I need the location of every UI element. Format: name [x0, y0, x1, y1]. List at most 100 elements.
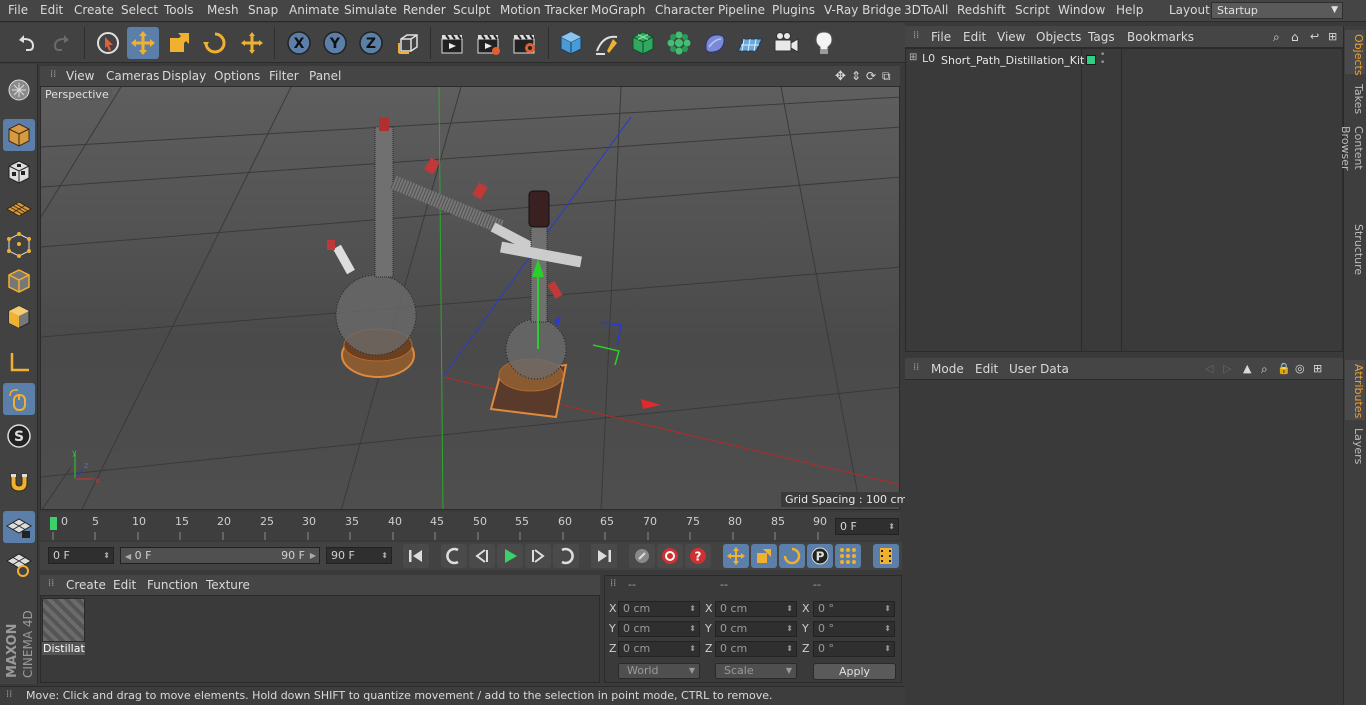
menu-character[interactable]: Character	[655, 3, 714, 17]
menu-animate[interactable]: Animate	[289, 3, 339, 17]
position-x-field[interactable]: 0 cm ⬍	[618, 601, 700, 617]
model-mode-button[interactable]	[3, 119, 35, 151]
material-menu-create[interactable]: Create	[66, 578, 106, 592]
material-thumbnail[interactable]	[42, 598, 85, 642]
menu-redshift[interactable]: Redshift	[957, 3, 1006, 17]
menu-snap[interactable]: Snap	[248, 3, 278, 17]
tab-content-browser[interactable]: Content Browser	[1339, 122, 1365, 214]
scale-tool-button[interactable]	[163, 27, 195, 59]
redo-button[interactable]	[46, 27, 78, 59]
position-y-field[interactable]: 0 cm ⬍	[618, 621, 700, 637]
add-floor-button[interactable]	[734, 27, 766, 59]
attribute-menu-mode[interactable]: Mode	[931, 362, 964, 376]
move-tool-button[interactable]	[127, 27, 159, 59]
menu-window[interactable]: Window	[1058, 3, 1105, 17]
menu-simulate[interactable]: Simulate	[344, 3, 397, 17]
render-view-button[interactable]	[436, 27, 468, 59]
viewport-menu-filter[interactable]: Filter	[269, 69, 299, 83]
current-frame-field[interactable]: 0 F ⬍	[835, 518, 899, 535]
playhead-marker[interactable]	[50, 517, 57, 530]
tab-objects[interactable]: Objects	[1345, 30, 1365, 76]
recent-tools-button[interactable]	[236, 27, 268, 59]
tweak-mode-button[interactable]	[3, 383, 35, 415]
planar-workplane-button[interactable]	[3, 548, 35, 580]
menu-select[interactable]: Select	[121, 3, 158, 17]
max-time-field[interactable]: 90 F ⬍	[326, 547, 392, 564]
material-list-area[interactable]	[40, 595, 600, 683]
search-icon[interactable]: ⌕	[1273, 30, 1280, 45]
tab-attributes[interactable]: Attributes	[1345, 360, 1365, 420]
menu-edit[interactable]: Edit	[40, 3, 63, 17]
menu-mesh[interactable]: Mesh	[207, 3, 239, 17]
3d-viewport[interactable]: y x z	[40, 86, 900, 510]
material-menu-texture[interactable]: Texture	[206, 578, 250, 592]
menu-help[interactable]: Help	[1116, 3, 1143, 17]
go-to-start-button[interactable]	[403, 544, 429, 568]
live-selection-button[interactable]	[92, 27, 124, 59]
go-to-previous-frame-button[interactable]	[469, 544, 495, 568]
menu-vray-bridge[interactable]: V-Ray Bridge	[824, 3, 901, 17]
menu-sculpt[interactable]: Sculpt	[453, 3, 490, 17]
menu-mograph[interactable]: MoGraph	[591, 3, 646, 17]
viewport-menu-panel[interactable]: Panel	[309, 69, 341, 83]
menu-script[interactable]: Script	[1015, 3, 1050, 17]
material-menu-function[interactable]: Function	[147, 578, 198, 592]
add-spline-pen-button[interactable]	[591, 27, 623, 59]
menu-motion-tracker[interactable]: Motion Tracker	[500, 3, 588, 17]
size-z-field[interactable]: 0 cm ⬍	[715, 641, 797, 657]
parameter-key-toggle[interactable]: P	[807, 544, 833, 568]
add-camera-button[interactable]	[770, 27, 802, 59]
menu-3dtoall[interactable]: 3DToAll	[904, 3, 948, 17]
solo-button[interactable]: S	[3, 420, 35, 452]
size-y-field[interactable]: 0 cm ⬍	[715, 621, 797, 637]
pointer-icon[interactable]: ▲	[1243, 362, 1251, 375]
edges-mode-button[interactable]	[3, 265, 35, 297]
workplane-lock-button[interactable]	[3, 511, 35, 543]
add-cloner-button[interactable]	[663, 27, 695, 59]
size-x-field[interactable]: 0 cm ⬍	[715, 601, 797, 617]
point-level-key-toggle[interactable]	[835, 544, 861, 568]
z-axis-lock-button[interactable]: Z	[355, 27, 387, 59]
viewport-menu-display[interactable]: Display	[162, 69, 206, 83]
tab-takes[interactable]: Takes	[1345, 80, 1365, 118]
tab-structure[interactable]: Structure	[1345, 220, 1365, 276]
object-name-label[interactable]: Short_Path_Distillation_Kit	[941, 54, 1084, 67]
attribute-menu-edit[interactable]: Edit	[975, 362, 998, 376]
viewport-zoom-icon[interactable]: ⇕	[851, 69, 861, 83]
object-menu-view[interactable]: View	[997, 30, 1025, 44]
object-menu-file[interactable]: File	[931, 30, 951, 44]
keyframe-selection-button[interactable]: ?	[685, 544, 711, 568]
undo-button[interactable]	[10, 27, 42, 59]
y-axis-lock-button[interactable]: Y	[319, 27, 351, 59]
viewport-move-icon[interactable]: ✥	[835, 69, 846, 84]
add-deformer-button[interactable]	[699, 27, 731, 59]
go-to-next-frame-button[interactable]	[525, 544, 551, 568]
layer-color-tag[interactable]	[1086, 55, 1096, 65]
render-picture-viewer-button[interactable]	[472, 27, 504, 59]
tab-layers[interactable]: Layers	[1345, 424, 1365, 464]
texture-mode-button[interactable]	[3, 156, 35, 188]
viewport-toggle-icon[interactable]: ⧉	[882, 69, 891, 84]
polygons-mode-button[interactable]	[3, 301, 35, 333]
snapping-button[interactable]	[3, 466, 35, 498]
menu-create[interactable]: Create	[74, 3, 114, 17]
coordinate-mode-dropdown[interactable]: World ▼	[618, 663, 700, 679]
layout-select[interactable]: Startup ▼	[1211, 2, 1343, 19]
points-mode-button[interactable]	[3, 229, 35, 261]
expand-icon[interactable]: ⊞	[909, 52, 917, 63]
go-to-next-key-button[interactable]	[553, 544, 579, 568]
viewport-menu-cameras[interactable]: Cameras	[106, 69, 159, 83]
viewport-menu-view[interactable]: View	[66, 69, 94, 83]
timeline-window-button[interactable]	[873, 544, 899, 568]
material-name[interactable]: Distillati	[42, 642, 85, 655]
back-icon[interactable]: ↩	[1310, 30, 1319, 43]
record-active-objects-button[interactable]	[629, 544, 655, 568]
object-menu-objects[interactable]: Objects	[1036, 30, 1081, 44]
size-mode-dropdown[interactable]: Scale ▼	[715, 663, 797, 679]
rotate-tool-button[interactable]	[199, 27, 231, 59]
back-arrow-icon[interactable]: ◁	[1205, 362, 1213, 375]
menu-tools[interactable]: Tools	[164, 3, 194, 17]
rotation-h-field[interactable]: 0 ° ⬍	[813, 601, 895, 617]
object-menu-bookmarks[interactable]: Bookmarks	[1127, 30, 1194, 44]
go-to-end-button[interactable]	[591, 544, 617, 568]
